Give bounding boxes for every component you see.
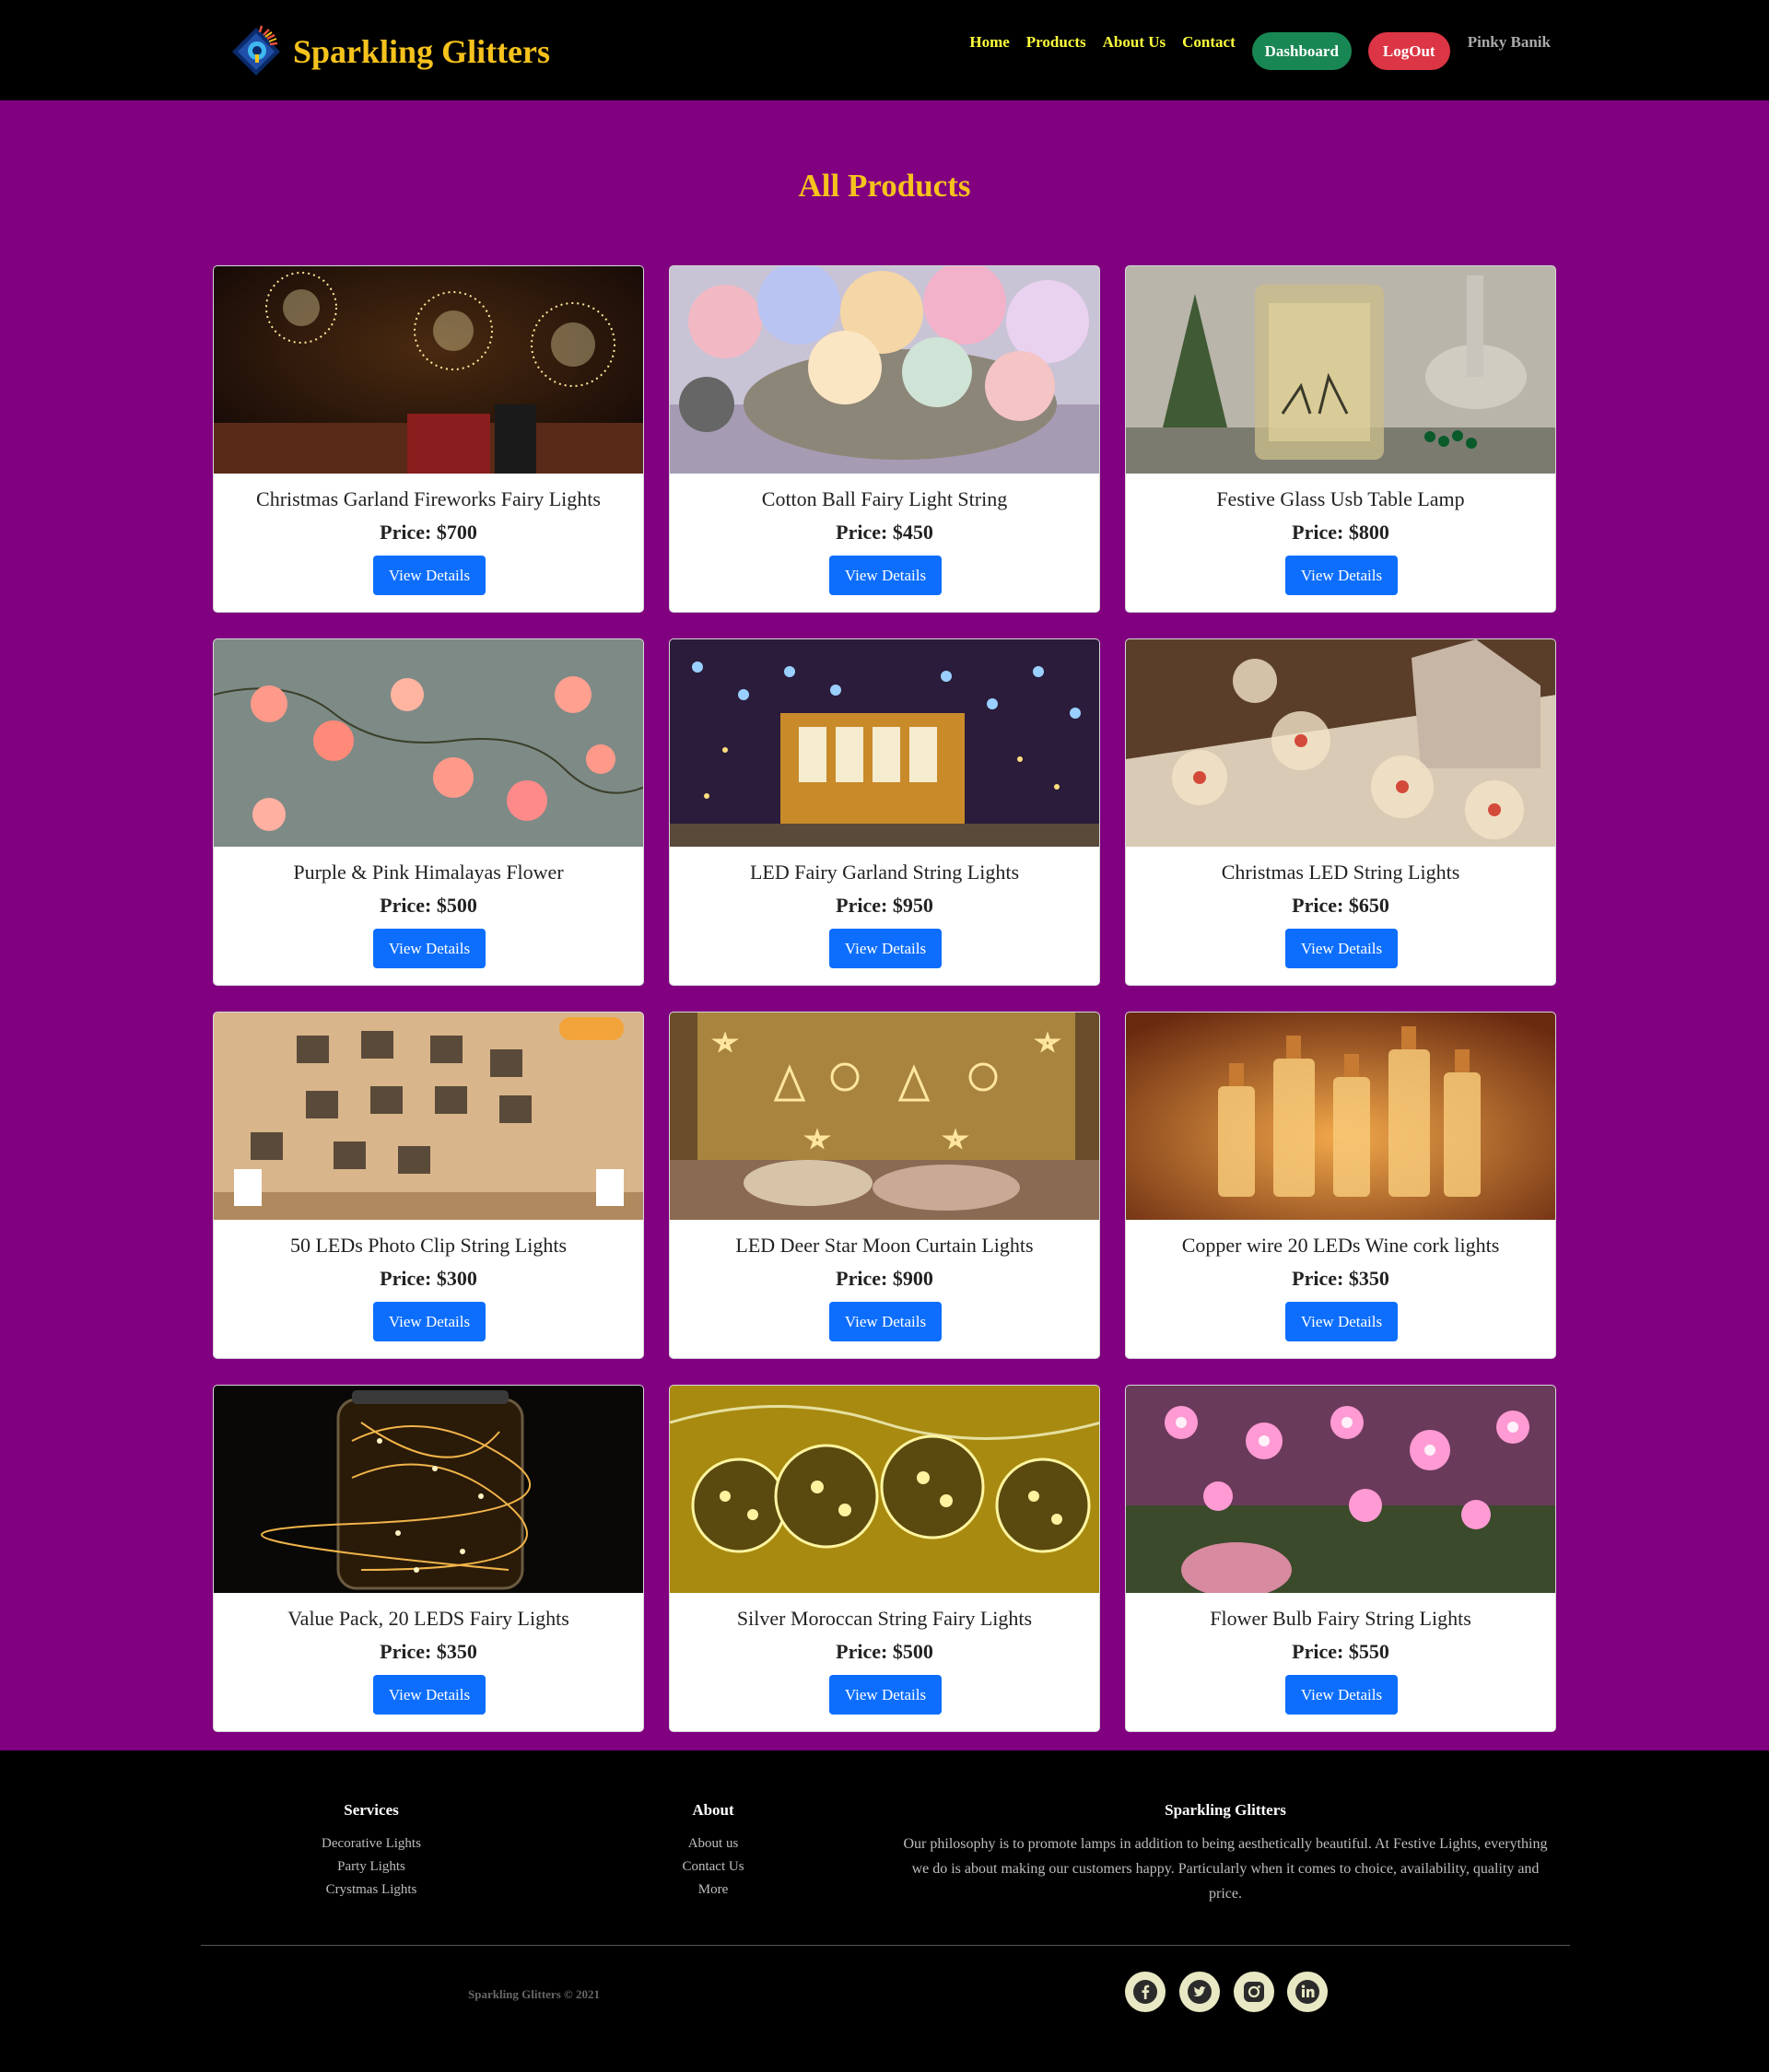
product-title: Christmas Garland Fireworks Fairy Lights <box>256 487 601 510</box>
product-image-jar-lights[interactable] <box>214 1386 644 1593</box>
product-title: Silver Moroccan String Fairy Lights <box>736 1607 1033 1630</box>
product-card: Copper wire 20 LEDs Wine cork lights Pri… <box>1125 1012 1556 1359</box>
dashboard-button[interactable]: Dashboard <box>1251 32 1352 70</box>
product-card: LED Deer Star Moon Curtain Lights Price:… <box>669 1012 1100 1359</box>
product-price: Price: $450 <box>836 521 933 544</box>
product-card: LED Fairy Garland String Lights Price: $… <box>669 638 1100 986</box>
product-image-cotton-balls[interactable] <box>670 266 1100 474</box>
product-image-flower-lights[interactable] <box>214 639 644 847</box>
product-image-globe-lights[interactable] <box>1126 639 1556 847</box>
product-card: Silver Moroccan String Fairy Lights Pric… <box>669 1385 1100 1732</box>
product-price: Price: $650 <box>1292 894 1389 917</box>
product-price: Price: $350 <box>380 1640 477 1663</box>
logo-icon <box>228 24 284 79</box>
view-details-button[interactable]: View Details <box>1285 1675 1398 1715</box>
product-image-star-curtain[interactable] <box>670 639 1100 847</box>
logout-button[interactable]: LogOut <box>1367 32 1450 70</box>
product-card: Cotton Ball Fairy Light String Price: $4… <box>669 265 1100 613</box>
footer-about-title: About <box>692 1801 734 1819</box>
product-title: Christmas LED String Lights <box>1221 860 1460 884</box>
product-card: Value Pack, 20 LEDS Fairy Lights Price: … <box>213 1385 644 1732</box>
view-details-button[interactable]: View Details <box>829 556 942 595</box>
footer-services-title: Services <box>344 1801 399 1819</box>
product-title: LED Fairy Garland String Lights <box>749 860 1020 884</box>
nav-contact[interactable]: Contact <box>1182 33 1236 52</box>
footer-divider <box>201 1945 1570 1946</box>
footer-company-text: Our philosophy is to promote lamps in ad… <box>903 1836 1548 1902</box>
footer-link-decorative-lights[interactable]: Decorative Lights <box>279 1836 463 1852</box>
twitter-icon[interactable] <box>1179 1972 1220 2012</box>
view-details-button[interactable]: View Details <box>829 929 942 968</box>
view-details-button[interactable]: View Details <box>373 929 486 968</box>
product-price: Price: $500 <box>380 894 477 917</box>
view-details-button[interactable]: View Details <box>829 1675 942 1715</box>
footer-link-crystmas-lights[interactable]: Crystmas Lights <box>279 1882 463 1898</box>
instagram-icon[interactable] <box>1234 1972 1274 2012</box>
product-image-glass-lamp[interactable] <box>1126 266 1556 474</box>
nav-products[interactable]: Products <box>1026 33 1086 52</box>
linkedin-icon[interactable] <box>1287 1972 1328 2012</box>
product-title: Cotton Ball Fairy Light String <box>761 487 1008 510</box>
product-image-fireworks-lights[interactable] <box>214 266 644 474</box>
product-image-pink-flowers[interactable] <box>1126 1386 1556 1593</box>
product-title: Flower Bulb Fairy String Lights <box>1210 1607 1471 1630</box>
footer-company-title: Sparkling Glitters <box>1165 1801 1286 1819</box>
product-title: Purple & Pink Himalayas Flower <box>293 860 564 884</box>
product-price: Price: $950 <box>836 894 933 917</box>
product-card: Christmas Garland Fireworks Fairy Lights… <box>213 265 644 613</box>
product-card: 50 LEDs Photo Clip String Lights Price: … <box>213 1012 644 1359</box>
footer-copyright: Sparkling Glitters © 2021 <box>468 1987 600 2001</box>
product-title: Value Pack, 20 LEDS Fairy Lights <box>287 1607 569 1630</box>
product-price: Price: $500 <box>836 1640 933 1663</box>
user-name: Pinky Banik <box>1467 33 1551 51</box>
view-details-button[interactable]: View Details <box>1285 1302 1398 1341</box>
view-details-button[interactable]: View Details <box>1285 929 1398 968</box>
brand-name: Sparkling Glitters <box>293 33 551 70</box>
product-grid: Christmas Garland Fireworks Fairy Lights… <box>213 265 1557 1732</box>
product-price: Price: $900 <box>836 1267 933 1290</box>
product-price: Price: $350 <box>1292 1267 1389 1290</box>
view-details-button[interactable]: View Details <box>829 1302 942 1341</box>
brand-logo[interactable]: Sparkling Glitters <box>228 24 550 79</box>
product-card: Festive Glass Usb Table Lamp Price: $800… <box>1125 265 1556 613</box>
product-title: LED Deer Star Moon Curtain Lights <box>735 1234 1034 1257</box>
product-title: Copper wire 20 LEDs Wine cork lights <box>1181 1234 1500 1257</box>
view-details-button[interactable]: View Details <box>373 1675 486 1715</box>
product-price: Price: $550 <box>1292 1640 1389 1663</box>
nav-links: Home Products About Us Contact Dashboard… <box>969 29 1551 70</box>
facebook-icon[interactable] <box>1125 1972 1166 2012</box>
footer-link-party-lights[interactable]: Party Lights <box>279 1859 463 1875</box>
footer-link-more[interactable]: More <box>621 1882 805 1898</box>
nav-home[interactable]: Home <box>969 33 1009 52</box>
product-image-deer-star-curtain[interactable] <box>670 1013 1100 1220</box>
view-details-button[interactable]: View Details <box>373 556 486 595</box>
main-content: All Products Christmas Garland Fireworks… <box>0 100 1769 1750</box>
nav-about[interactable]: About Us <box>1103 33 1166 52</box>
footer: Services Decorative Lights Party Lights … <box>0 1750 1769 2072</box>
product-card: Flower Bulb Fairy String Lights Price: $… <box>1125 1385 1556 1732</box>
footer-link-about-us[interactable]: About us <box>621 1836 805 1852</box>
navbar: Sparkling Glitters Home Products About U… <box>0 0 1769 100</box>
product-title: Festive Glass Usb Table Lamp <box>1216 487 1465 510</box>
product-price: Price: $700 <box>380 521 477 544</box>
product-card: Purple & Pink Himalayas Flower Price: $5… <box>213 638 644 986</box>
product-title: 50 LEDs Photo Clip String Lights <box>289 1234 568 1257</box>
product-price: Price: $800 <box>1292 521 1389 544</box>
page-title: All Products <box>798 168 971 204</box>
view-details-button[interactable]: View Details <box>1285 556 1398 595</box>
footer-link-contact-us[interactable]: Contact Us <box>621 1859 805 1875</box>
product-card: Christmas LED String Lights Price: $650 … <box>1125 638 1556 986</box>
product-price: Price: $300 <box>380 1267 477 1290</box>
view-details-button[interactable]: View Details <box>373 1302 486 1341</box>
product-image-photo-clips[interactable] <box>214 1013 644 1220</box>
product-image-wine-bottles[interactable] <box>1126 1013 1556 1220</box>
product-image-moroccan-balls[interactable] <box>670 1386 1100 1593</box>
